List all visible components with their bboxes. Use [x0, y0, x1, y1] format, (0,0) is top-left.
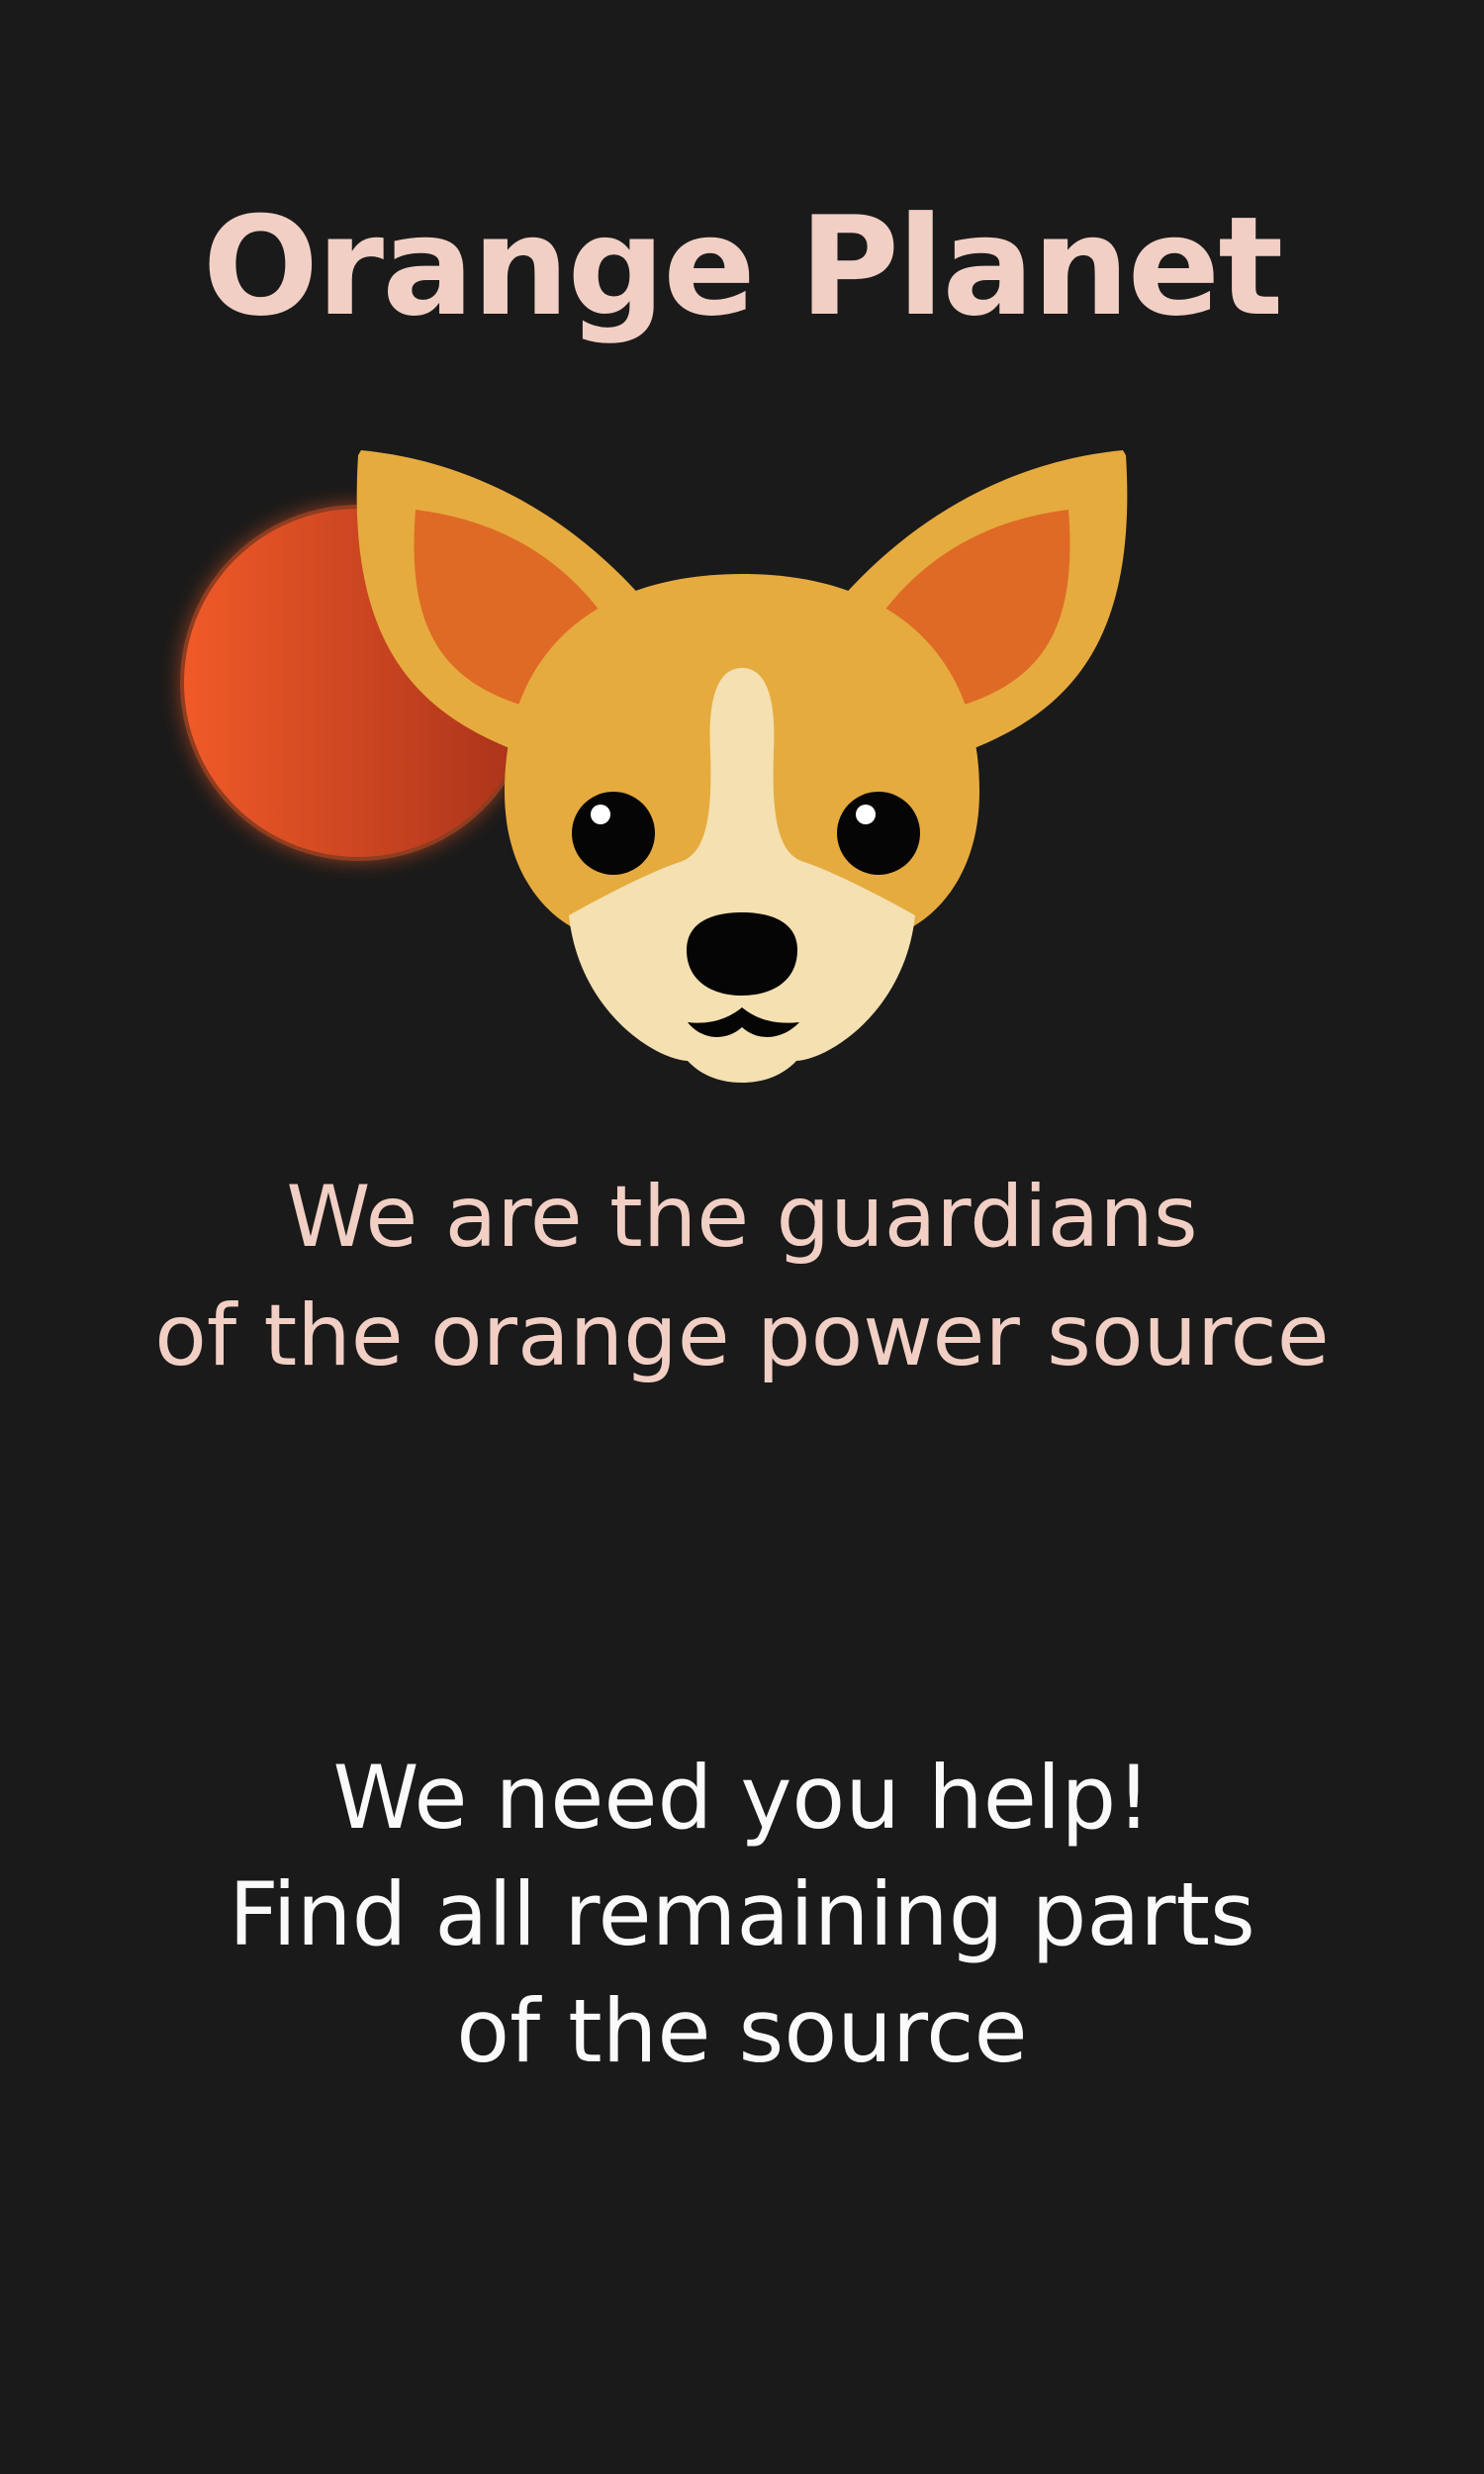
mission-line-1: We need you help!	[332, 1747, 1152, 1849]
mission-text: We need you help! Find all remaining par…	[0, 1740, 1484, 2090]
mission-line-3: of the source	[456, 1980, 1028, 2082]
left-eye	[572, 792, 655, 875]
dog-nose	[687, 912, 797, 996]
lore-tagline: We are the guardians of the orange power…	[0, 1158, 1484, 1395]
hero-illustration	[0, 416, 1484, 1108]
tagline-line-2: of the orange power source	[154, 1286, 1330, 1385]
right-eye	[837, 792, 920, 875]
game-title: Orange Planet	[202, 187, 1284, 346]
tagline-line-1: We are the guardians	[286, 1168, 1198, 1267]
mission-line-2: Find all remaining parts	[229, 1863, 1255, 1965]
hero-svg	[180, 450, 1128, 1083]
splash-screen: Orange Planet We are the guardians of th…	[0, 0, 1484, 2474]
